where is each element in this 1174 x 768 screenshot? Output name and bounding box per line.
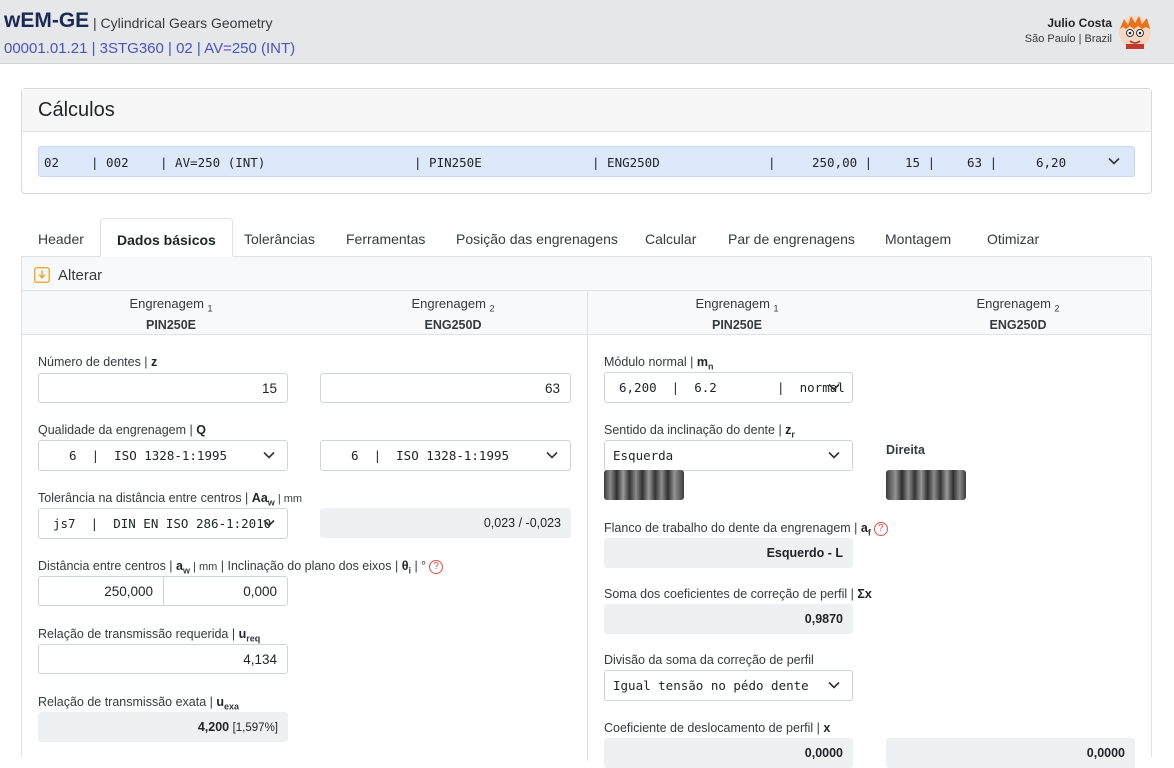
gear2-name: ENG250D <box>989 317 1047 332</box>
calc-col-gear1: | PIN250E <box>414 155 482 170</box>
quality-gear1-value: 6 | ISO 1328-1:1995 <box>69 448 228 463</box>
calc-col-sep: | <box>768 155 776 170</box>
helix-direction-select[interactable]: Esquerda <box>604 440 853 471</box>
avatar[interactable] <box>1118 15 1152 49</box>
center-distance-label: Distância entre centros | aw | mm | Incl… <box>38 559 444 576</box>
axis-inclination-input[interactable]: 0,000 <box>163 576 288 606</box>
tab-ferramentas[interactable]: Ferramentas <box>346 218 425 257</box>
gear-label: Engrenagem <box>976 296 1051 311</box>
chevron-down-icon <box>828 451 840 459</box>
top-bar: wEM-GE | Cylindrical Gears Geometry 0000… <box>0 0 1174 64</box>
gear1-header-right: Engrenagem 1 PIN250E <box>637 296 837 332</box>
chevron-down-icon <box>828 681 840 689</box>
helix-direction-label: Sentido da inclinação do dente | zr <box>604 423 795 440</box>
gear2-name: ENG250D <box>424 317 482 332</box>
quality-label: Qualidade da engrenagem | Q <box>38 423 206 437</box>
normal-module-select[interactable]: 6,200 | 6.2 | normal <box>604 372 853 403</box>
help-icon[interactable]: ? <box>429 559 444 574</box>
gear-sub: 1 <box>773 303 779 314</box>
left-helix-gear-image <box>604 470 684 500</box>
teeth-gear1-input[interactable]: 15 <box>38 373 288 403</box>
tab-bar: Header Dados básicos Tolerâncias Ferrame… <box>21 218 1152 257</box>
gear-sub: 1 <box>207 303 213 314</box>
required-ratio-label: Relação de transmissão requerida | ureq <box>38 627 261 644</box>
shift-division-value: Igual tensão no pédo dente <box>613 678 809 693</box>
shift-division-label: Divisão da soma da correção de perfil <box>604 653 814 667</box>
gear1-header-left: Engrenagem 1 PIN250E <box>71 296 271 332</box>
app-subtitle: | Cylindrical Gears Geometry <box>93 15 273 31</box>
profile-shift-coef-gear1: 0,0000 <box>604 738 853 768</box>
calc-col-distance: 250,00 | <box>812 155 873 170</box>
calc-col-z2: 63 | <box>967 155 998 170</box>
basic-data-panel: Alterar Engrenagem 1 PIN250E Engrenagem … <box>21 257 1152 768</box>
quality-gear2-select[interactable]: 6 | ISO 1328-1:1995 <box>320 440 571 471</box>
exact-ratio-value: 4,200 [1,597%] <box>38 712 288 742</box>
calc-col-gear2: | ENG250D <box>592 155 660 170</box>
calculation-select[interactable]: 02 | 002 | AV=250 (INT) | PIN250E | ENG2… <box>38 146 1135 177</box>
tab-montagem[interactable]: Montagem <box>885 218 951 257</box>
helix-direction-gear2: Direita <box>886 443 925 457</box>
required-ratio-input[interactable]: 4,134 <box>38 644 288 674</box>
calc-col-name: | AV=250 (INT) <box>160 155 266 170</box>
center-distance-input[interactable]: 250,000 <box>38 576 164 606</box>
calculations-title: Cálculos <box>22 89 1151 132</box>
alter-bar: Alterar <box>22 257 1151 291</box>
quality-gear1-select[interactable]: 6 | ISO 1328-1:1995 <box>38 440 288 471</box>
normal-module-value: 6,200 | 6.2 | normal <box>619 380 845 395</box>
help-icon[interactable]: ? <box>873 521 888 536</box>
tab-tolerancias[interactable]: Tolerâncias <box>244 218 315 257</box>
calc-col-module: 6,20 <box>1036 155 1067 170</box>
tab-par-engrenagens[interactable]: Par de engrenagens <box>728 218 855 257</box>
working-flank-label: Flanco de trabalho do dente da engrenage… <box>604 521 888 538</box>
alter-button[interactable]: Alterar <box>58 267 102 284</box>
tab-posicao[interactable]: Posição das engrenagens <box>456 218 618 257</box>
gear-label: Engrenagem <box>129 296 204 311</box>
exact-ratio-label: Relação de transmissão exata | uexa <box>38 695 240 712</box>
center-tolerance-result: 0,023 / -0,023 <box>320 508 571 538</box>
center-tolerance-label: Tolerância na distância entre centros | … <box>38 491 303 508</box>
profile-shift-coef-label: Coeficiente de deslocamento de perfil | … <box>604 721 831 735</box>
tab-otimizar[interactable]: Otimizar <box>987 218 1039 257</box>
helix-direction-value: Esquerda <box>613 448 674 463</box>
gear-label: Engrenagem <box>411 296 486 311</box>
calc-col-z1: 15 | <box>905 155 936 170</box>
profile-shift-coef-gear2: 0,0000 <box>886 738 1135 768</box>
project-breadcrumb[interactable]: 00001.01.21 | 3STG360 | 02 | AV=250 (INT… <box>4 40 295 57</box>
tab-dados-basicos[interactable]: Dados básicos <box>100 218 233 257</box>
gear1-name: PIN250E <box>711 317 763 332</box>
calculations-card: Cálculos 02 | 002 | AV=250 (INT) | PIN25… <box>21 88 1152 194</box>
teeth-label: Número de dentes | z <box>38 355 158 369</box>
user-location: São Paulo | Brazil <box>1024 33 1112 45</box>
user-name[interactable]: Julio Costa <box>1047 16 1112 30</box>
profile-shift-sum-value: 0,9870 <box>604 604 853 634</box>
app-name: wEM-GE <box>4 9 90 32</box>
edit-download-icon[interactable] <box>34 267 50 283</box>
center-tolerance-value: js7 | DIN EN ISO 286-1:2010 <box>53 516 272 531</box>
normal-module-label: Módulo normal | mn <box>604 355 714 372</box>
gear1-name: PIN250E <box>145 317 197 332</box>
working-flank-value: Esquerdo - L <box>604 538 853 568</box>
gear-sub: 2 <box>489 303 495 314</box>
gear-label: Engrenagem <box>695 296 770 311</box>
calc-col-stage: 02 <box>44 155 60 170</box>
tab-header[interactable]: Header <box>38 218 84 257</box>
right-helix-gear-image <box>886 470 966 500</box>
gear2-header-left: Engrenagem 2 ENG250D <box>353 296 553 332</box>
shift-division-select[interactable]: Igual tensão no pédo dente <box>604 670 853 701</box>
chevron-down-icon <box>263 451 275 459</box>
calc-col-id: | 002 <box>91 155 129 170</box>
chevron-down-icon <box>263 519 275 527</box>
gear-sub: 2 <box>1054 303 1060 314</box>
gear2-header-right: Engrenagem 2 ENG250D <box>918 296 1118 332</box>
chevron-down-icon <box>1108 157 1120 165</box>
center-tolerance-select[interactable]: js7 | DIN EN ISO 286-1:2010 <box>38 508 288 539</box>
teeth-gear2-input[interactable]: 63 <box>320 373 571 403</box>
tab-calcular[interactable]: Calcular <box>645 218 696 257</box>
column-divider <box>587 291 588 761</box>
quality-gear2-value: 6 | ISO 1328-1:1995 <box>351 448 510 463</box>
profile-shift-sum-label: Soma dos coeficientes de correção de per… <box>604 587 872 601</box>
chevron-down-icon <box>546 451 558 459</box>
chevron-down-icon <box>828 383 840 391</box>
